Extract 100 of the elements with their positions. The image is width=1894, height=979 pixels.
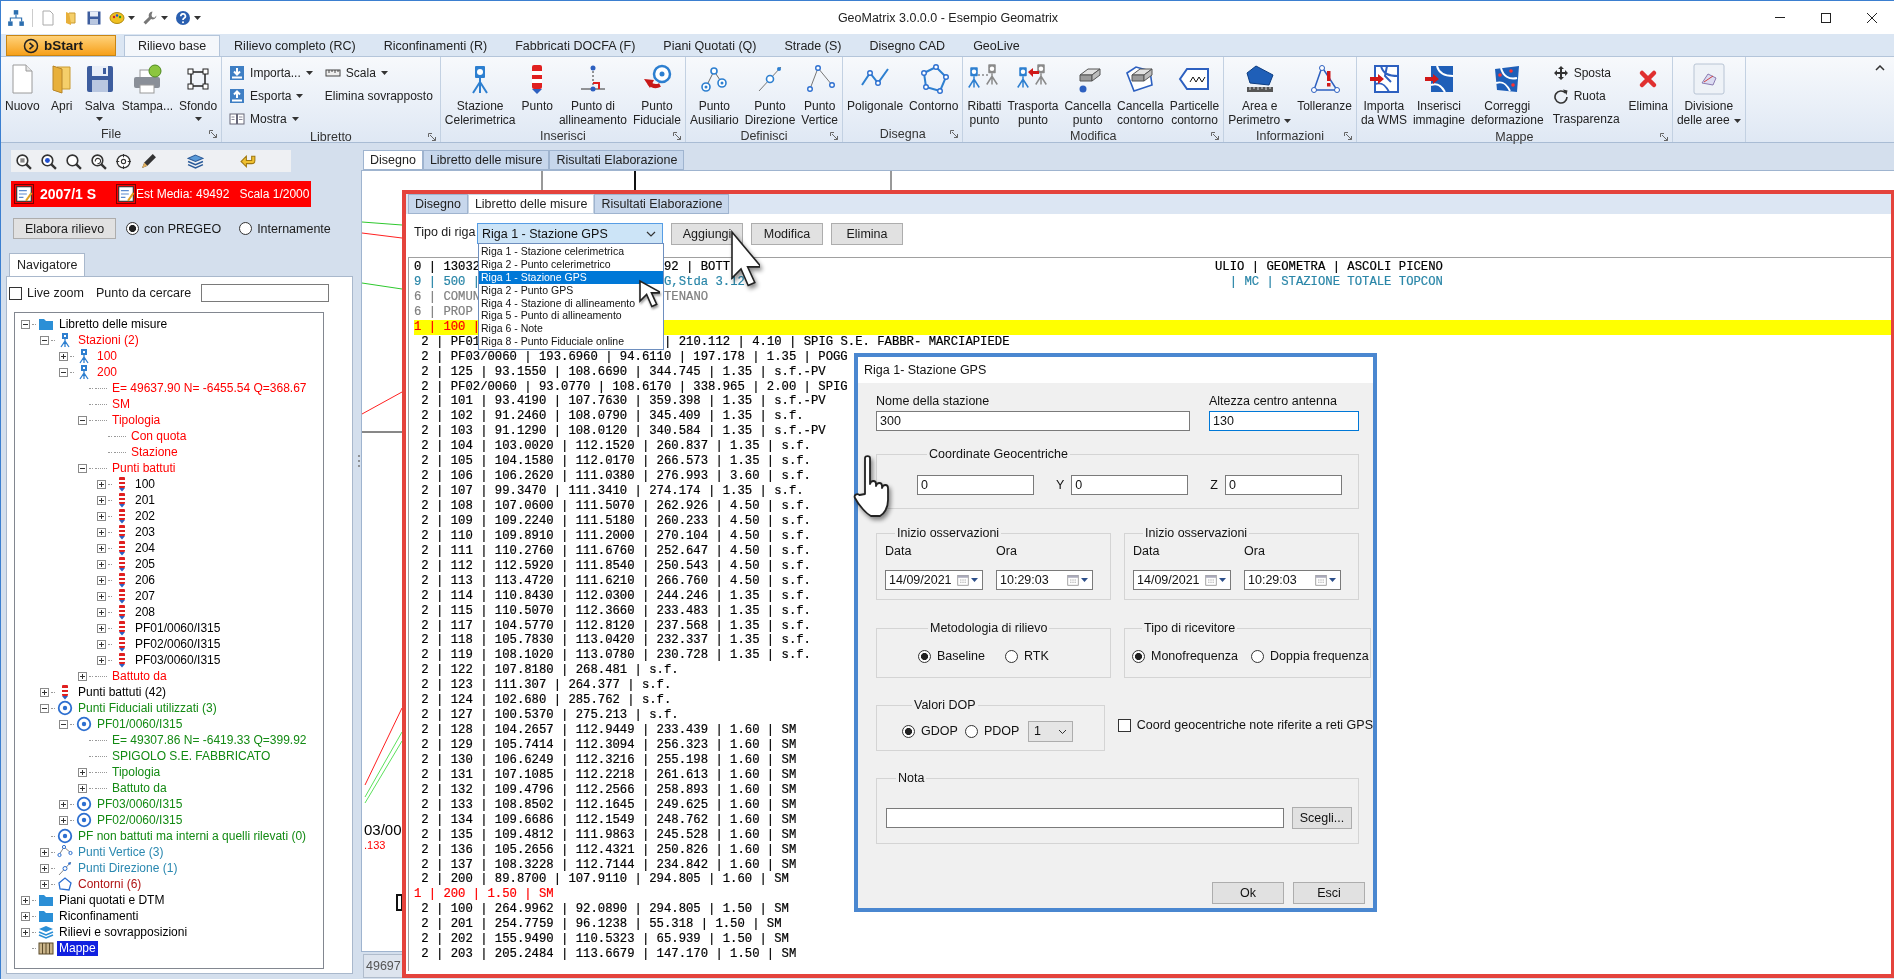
- pencil-icon[interactable]: [140, 152, 157, 170]
- collapse-icon[interactable]: [21, 319, 30, 329]
- ribbon-button[interactable]: Poligonale: [845, 60, 906, 115]
- expand-icon[interactable]: [78, 767, 87, 777]
- tree-item[interactable]: Stazioni (2): [76, 332, 141, 348]
- view-tab[interactable]: Risultati Elaborazione: [594, 194, 730, 214]
- expand-icon[interactable]: [40, 863, 49, 873]
- dropdown-option[interactable]: Riga 1 - Stazione celerimetrica: [479, 245, 663, 258]
- tree-item[interactable]: Contorni (6): [76, 876, 144, 892]
- wrench-icon[interactable]: [142, 9, 158, 26]
- collapse-icon[interactable]: [78, 463, 87, 473]
- tree-item[interactable]: Tipologia: [110, 764, 163, 780]
- tree-item[interactable]: Mappe: [57, 940, 98, 956]
- radio-button[interactable]: [1005, 649, 1018, 663]
- coordinate-field[interactable]: 0: [1071, 474, 1189, 495]
- note-field[interactable]: [886, 808, 1284, 828]
- tree-item[interactable]: PF02/0060/I315: [95, 812, 185, 828]
- tree-item[interactable]: 200: [95, 364, 120, 380]
- tree-item[interactable]: Con quota: [129, 428, 189, 444]
- dialog-launcher-icon[interactable]: [830, 132, 839, 140]
- tree-item[interactable]: 205: [133, 556, 158, 572]
- dialog-launcher-icon[interactable]: [1343, 132, 1352, 140]
- ribbon-button[interactable]: Importa da WMS: [1358, 60, 1409, 129]
- collapse-icon[interactable]: [59, 367, 68, 377]
- panel-tab[interactable]: Navigatore: [9, 253, 86, 276]
- expand-icon[interactable]: [97, 495, 106, 505]
- collapse-icon[interactable]: [78, 415, 87, 425]
- tree-item[interactable]: PF03/0060/I315: [133, 652, 223, 668]
- tree-item[interactable]: 204: [133, 540, 158, 556]
- edit-icon[interactable]: [117, 185, 135, 203]
- tree-item[interactable]: 207: [133, 588, 158, 604]
- ribbon-button[interactable]: Cancella punto: [1062, 60, 1114, 129]
- expand-icon[interactable]: [40, 847, 49, 857]
- radio-button[interactable]: [1251, 649, 1264, 663]
- ribbon-button[interactable]: Salva: [81, 60, 118, 123]
- tree-item[interactable]: Battuto da: [110, 780, 169, 796]
- action-button[interactable]: Modifica: [751, 223, 823, 245]
- collapse-icon[interactable]: [40, 335, 49, 345]
- view-tab[interactable]: Libretto delle misure: [467, 194, 595, 214]
- tree-item[interactable]: 203: [133, 524, 158, 540]
- tree-item[interactable]: Punti Vertice (3): [76, 844, 166, 860]
- tree-item[interactable]: SPIGOLO S.E. FABBRICATO: [110, 748, 273, 764]
- action-button[interactable]: Elimina: [831, 223, 903, 245]
- dropdown-option[interactable]: Riga 2 - Punto GPS: [479, 283, 663, 297]
- app-menu-button[interactable]: bStart: [6, 35, 116, 56]
- ribbon-tab[interactable]: Piani Quotati (Q): [649, 35, 771, 56]
- back-arrow-icon[interactable]: [240, 152, 257, 170]
- view-tab[interactable]: Libretto delle misure: [422, 150, 550, 170]
- collapse-icon[interactable]: [40, 703, 49, 713]
- dialog-button[interactable]: Ok: [1212, 882, 1284, 904]
- ribbon-button[interactable]: Punto Vertice: [799, 60, 841, 129]
- expand-icon[interactable]: [21, 927, 30, 937]
- expand-icon[interactable]: [59, 799, 68, 809]
- ribbon-button[interactable]: Ruota: [1550, 85, 1622, 107]
- expand-icon[interactable]: [97, 543, 106, 553]
- ribbon-button[interactable]: Correggi deformazione: [1468, 60, 1546, 129]
- dropdown-option[interactable]: Riga 6 - Note: [479, 322, 663, 336]
- tree-item[interactable]: 202: [133, 508, 158, 524]
- expand-icon[interactable]: [40, 687, 49, 697]
- ribbon-tab[interactable]: Disegno CAD: [855, 35, 960, 56]
- tree-item[interactable]: SM: [110, 396, 132, 412]
- ribbon-tab[interactable]: Fabbricati DOCFA (F): [501, 35, 650, 56]
- radio-button[interactable]: [965, 724, 978, 738]
- expand-icon[interactable]: [21, 911, 30, 921]
- ribbon-button[interactable]: Esporta: [227, 85, 315, 107]
- process-button[interactable]: Elabora rilievo: [13, 218, 116, 239]
- palette-icon[interactable]: [109, 9, 125, 26]
- expand-icon[interactable]: [97, 655, 106, 665]
- tree-item[interactable]: E= 49637.90 N= -6455.54 Q=368.67: [110, 380, 309, 396]
- action-button[interactable]: Aggiungi: [671, 223, 743, 245]
- expand-icon[interactable]: [97, 575, 106, 585]
- view-tab[interactable]: Disegno: [408, 194, 468, 214]
- ribbon-tab[interactable]: Rilievo completo (RC): [220, 35, 370, 56]
- magnifier-icon[interactable]: [65, 152, 82, 170]
- dropdown-option[interactable]: Riga 5 - Punto di allineamento: [479, 309, 663, 323]
- tree-item[interactable]: 201: [133, 492, 158, 508]
- tree-item[interactable]: 100: [95, 348, 120, 364]
- tree-item[interactable]: PF03/0060/I315: [95, 796, 185, 812]
- tree-item[interactable]: 100: [133, 476, 158, 492]
- expand-icon[interactable]: [78, 783, 87, 793]
- ribbon-button[interactable]: Importa...: [227, 62, 315, 84]
- tree-item[interactable]: PF01/0060/I315: [95, 716, 185, 732]
- ribbon-button[interactable]: Divisione delle aree: [1674, 60, 1743, 129]
- dialog-launcher-icon[interactable]: [1211, 132, 1220, 140]
- dropdown-option[interactable]: Riga 1 - Stazione GPS: [479, 270, 663, 284]
- ribbon-button[interactable]: Particelle contorno: [1167, 60, 1222, 129]
- ribbon-button[interactable]: Stazione Celerimetrica: [442, 60, 518, 129]
- ribbon-button[interactable]: Contorno: [907, 60, 961, 115]
- ribbon-tab[interactable]: Riconfinamenti (R): [369, 35, 502, 56]
- ribbon-button[interactable]: Mostra: [227, 108, 315, 130]
- network-icon[interactable]: [7, 8, 25, 27]
- ribbon-button[interactable]: Nuovo: [3, 60, 42, 115]
- crosshair-icon[interactable]: [115, 152, 132, 170]
- radio-button[interactable]: [239, 222, 253, 235]
- tree-item[interactable]: Punti battuti: [110, 460, 178, 476]
- tree-item[interactable]: 208: [133, 604, 158, 620]
- ribbon-button[interactable]: Inserisci immagine: [1410, 60, 1467, 129]
- ribbon-tab[interactable]: Strade (S): [770, 35, 856, 56]
- tree-item[interactable]: PF02/0060/I315: [133, 636, 223, 652]
- expand-icon[interactable]: [40, 879, 49, 889]
